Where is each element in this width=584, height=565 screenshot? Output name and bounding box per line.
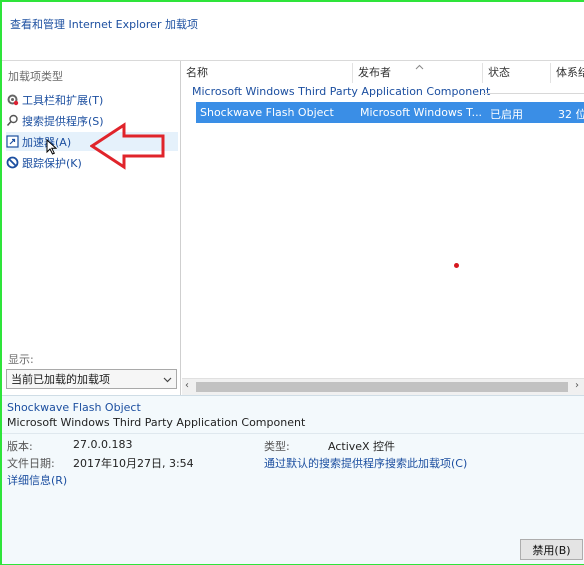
- show-label: 显示:: [8, 353, 34, 366]
- column-divider: [352, 63, 353, 83]
- window-title: 查看和管理 Internet Explorer 加载项: [10, 18, 198, 31]
- type-value: ActiveX 控件: [328, 440, 396, 453]
- row-status: 已启用: [490, 108, 523, 121]
- chevron-down-icon: [163, 373, 172, 386]
- file-date-value: 2017年10月27日, 3:54: [73, 457, 194, 470]
- scroll-left-icon[interactable]: ‹: [185, 380, 189, 391]
- column-header-architecture[interactable]: 体系结: [552, 61, 584, 83]
- window-header: 查看和管理 Internet Explorer 加载项: [2, 2, 584, 61]
- mouse-cursor-icon: [46, 138, 58, 158]
- search-icon: [6, 114, 19, 127]
- sidebar-item-label: 工具栏和扩展(T): [22, 93, 104, 107]
- details-publisher: Microsoft Windows Third Party Applicatio…: [7, 416, 306, 429]
- column-header-name[interactable]: 名称: [182, 61, 352, 83]
- sort-up-icon: [415, 61, 424, 73]
- accelerator-icon: [6, 135, 19, 148]
- version-label: 版本:: [7, 440, 33, 453]
- scrollbar-thumb[interactable]: [196, 382, 568, 392]
- row-publisher: Microsoft Windows T...: [360, 106, 482, 119]
- more-info-link[interactable]: 详细信息(R): [7, 472, 67, 488]
- show-dropdown[interactable]: 当前已加载的加载项: [6, 369, 177, 389]
- show-dropdown-value: 当前已加载的加载项: [11, 373, 110, 386]
- row-architecture: 32 位: [558, 108, 584, 121]
- annotation-arrow-icon: [90, 122, 165, 170]
- gear-icon: [6, 93, 19, 106]
- group-header: Microsoft Windows Third Party Applicatio…: [192, 85, 491, 98]
- addon-list: 名称 发布者 状态 体系结 Microsoft Windows Third Pa…: [182, 61, 584, 395]
- horizontal-scrollbar[interactable]: ‹ ›: [182, 378, 584, 395]
- search-addon-link[interactable]: 通过默认的搜索提供程序搜索此加载项(C): [264, 455, 467, 471]
- sidebar-item-toolbars[interactable]: 工具栏和扩展(T): [6, 90, 178, 109]
- column-header-status[interactable]: 状态: [484, 61, 550, 83]
- version-value: 27.0.0.183: [73, 438, 133, 451]
- scroll-right-icon[interactable]: ›: [575, 380, 579, 391]
- type-label: 类型:: [264, 440, 290, 453]
- red-dot: [454, 263, 459, 268]
- file-date-label: 文件日期:: [7, 457, 55, 470]
- addon-types-heading: 加载项类型: [8, 70, 63, 83]
- block-icon: [6, 156, 19, 169]
- disable-button[interactable]: 禁用(B): [520, 539, 583, 560]
- details-divider: [2, 433, 584, 434]
- addon-types-panel: 加载项类型 工具栏和扩展(T) 搜索提供程序(S) 加速器(A) 跟踪保护(K)…: [2, 61, 181, 395]
- column-divider: [482, 63, 483, 83]
- details-panel: Shockwave Flash Object Microsoft Windows…: [2, 395, 584, 564]
- table-row[interactable]: Shockwave Flash Object Microsoft Windows…: [196, 102, 584, 123]
- details-addon-name: Shockwave Flash Object: [7, 401, 141, 414]
- row-name: Shockwave Flash Object: [200, 106, 334, 119]
- column-divider: [550, 63, 551, 83]
- group-divider: [482, 93, 584, 94]
